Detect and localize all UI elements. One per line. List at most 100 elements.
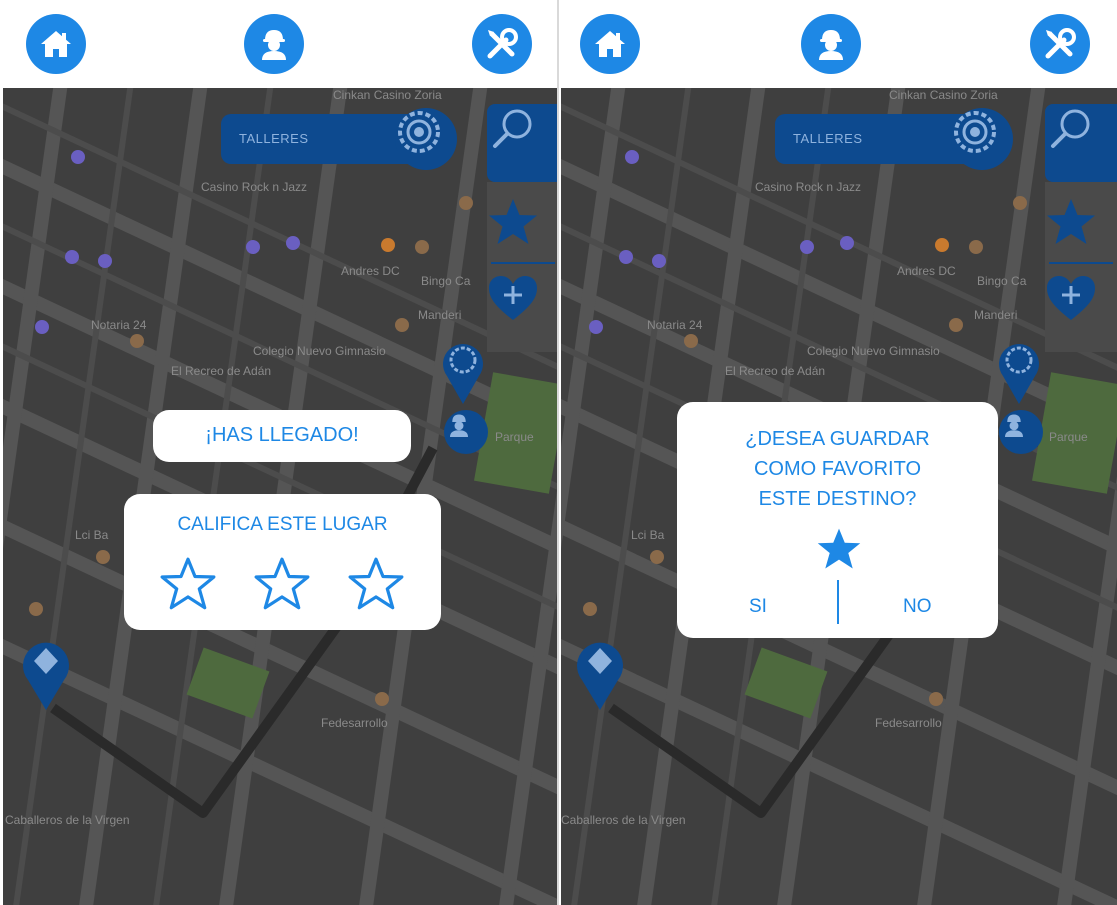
- question-line: COMO FAVORITO: [753, 458, 922, 480]
- map-poi: [381, 238, 395, 252]
- home-icon: [595, 31, 625, 57]
- map-label: Bingo Ca: [421, 274, 471, 288]
- map-label: Andres DC: [897, 264, 956, 278]
- screen-rating: Cinkan Casino Zoria Casino Rock n Jazz N…: [3, 0, 559, 905]
- tools-icon: [1045, 28, 1076, 59]
- map-label: Manderi: [418, 308, 462, 322]
- map-poi: [949, 318, 963, 332]
- map-poi: [650, 550, 664, 564]
- favorites-button[interactable]: [487, 196, 559, 256]
- map-poi: [684, 334, 698, 348]
- map-poi: [65, 250, 79, 264]
- tools-button[interactable]: [472, 14, 532, 74]
- favorites-button[interactable]: [1045, 196, 1117, 256]
- favorite-dialog: ¿DESEA GUARDAR COMO FAVORITO ESTE DESTIN…: [677, 402, 998, 638]
- top-bar: [561, 0, 1117, 88]
- home-button[interactable]: [580, 14, 640, 74]
- workshop-filter-button[interactable]: [951, 108, 1013, 170]
- search-button[interactable]: [487, 104, 559, 182]
- rating-star-3-icon[interactable]: [348, 556, 404, 612]
- side-actions: [1045, 182, 1117, 352]
- map-label: Cinkan Casino Zoria: [889, 88, 998, 102]
- rating-stars: [158, 556, 408, 614]
- map-label: El Recreo de Adán: [725, 364, 826, 378]
- user-marker[interactable]: [999, 410, 1043, 454]
- side-actions: [487, 182, 559, 352]
- question-line: ¿DESEA GUARDAR: [745, 428, 930, 450]
- side-divider: [1049, 262, 1113, 264]
- profile-button[interactable]: [244, 14, 304, 74]
- worker-icon: [819, 30, 843, 60]
- worker-icon: [450, 414, 468, 437]
- worker-icon: [262, 30, 286, 60]
- no-button[interactable]: NO: [903, 596, 932, 618]
- map-label: Colegio Nuevo Gimnasio: [253, 344, 386, 358]
- star-icon: [1047, 199, 1095, 244]
- home-button[interactable]: [26, 14, 86, 74]
- map-label: Parque: [495, 430, 534, 444]
- map-label: Fedesarrollo: [321, 716, 388, 730]
- map-label: Caballeros de la Virgen: [5, 813, 130, 827]
- heart-plus-icon: [1047, 276, 1095, 320]
- dialog-button-divider: [837, 580, 839, 624]
- map-poi: [96, 550, 110, 564]
- map-label: Casino Rock n Jazz: [755, 180, 862, 194]
- map-poi: [246, 240, 260, 254]
- add-favorite-button[interactable]: [487, 274, 559, 334]
- search-placeholder: TALLERES: [239, 131, 309, 146]
- rating-star-2-icon[interactable]: [254, 556, 310, 612]
- map-poi: [583, 602, 597, 616]
- map-label: Colegio Nuevo Gimnasio: [807, 344, 940, 358]
- tools-button[interactable]: [1030, 14, 1090, 74]
- gear-icon: [954, 111, 996, 153]
- workshop-filter-button[interactable]: [395, 108, 457, 170]
- map-poi: [35, 320, 49, 334]
- side-panel: [487, 104, 559, 352]
- map-poi: [375, 692, 389, 706]
- screen-favorite: Cinkan Casino Zoria Casino Rock n Jazz N…: [561, 0, 1117, 905]
- map-label: Notaria 24: [647, 318, 703, 332]
- map-poi: [800, 240, 814, 254]
- worker-icon: [1005, 414, 1023, 437]
- yes-button[interactable]: SI: [749, 596, 767, 618]
- map-poi: [395, 318, 409, 332]
- rating-star-1-icon[interactable]: [160, 556, 216, 612]
- map-poi: [935, 238, 949, 252]
- magnifier-icon: [493, 109, 532, 148]
- user-marker[interactable]: [444, 410, 488, 454]
- location-pin-icon: [999, 344, 1039, 404]
- map-poi: [71, 150, 85, 164]
- map-poi: [589, 320, 603, 334]
- add-favorite-button[interactable]: [1045, 274, 1117, 334]
- app-comparison: Cinkan Casino Zoria Casino Rock n Jazz N…: [0, 0, 1117, 905]
- origin-marker[interactable]: [575, 636, 625, 712]
- home-icon: [41, 31, 71, 57]
- map-label: Lci Ba: [631, 528, 665, 542]
- origin-marker[interactable]: [21, 636, 71, 712]
- star-icon: [489, 199, 537, 244]
- map-poi: [1013, 196, 1027, 210]
- screen-divider: [557, 0, 559, 905]
- map-label: Notaria 24: [91, 318, 147, 332]
- search-button[interactable]: [1045, 104, 1117, 182]
- question-line: ESTE DESTINO?: [758, 488, 917, 510]
- workshop-marker[interactable]: [997, 338, 1041, 406]
- map-poi: [98, 254, 112, 268]
- map-view[interactable]: Cinkan Casino Zoria Casino Rock n Jazz N…: [561, 88, 1117, 905]
- workshop-marker[interactable]: [441, 338, 485, 406]
- map-view[interactable]: Cinkan Casino Zoria Casino Rock n Jazz N…: [3, 88, 559, 905]
- map-label: Bingo Ca: [977, 274, 1027, 288]
- location-pin-icon: [577, 642, 623, 710]
- profile-button[interactable]: [801, 14, 861, 74]
- magnifier-icon: [1051, 109, 1090, 148]
- gear-icon: [398, 111, 440, 153]
- map-label: Manderi: [974, 308, 1018, 322]
- map-label: Parque: [1049, 430, 1088, 444]
- map-label: Andres DC: [341, 264, 400, 278]
- map-poi: [840, 236, 854, 250]
- location-pin-icon: [443, 344, 483, 404]
- map-label: Casino Rock n Jazz: [201, 180, 308, 194]
- star-icon: [817, 528, 861, 569]
- map-poi: [969, 240, 983, 254]
- rating-card: CALIFICA ESTE LUGAR: [124, 494, 441, 630]
